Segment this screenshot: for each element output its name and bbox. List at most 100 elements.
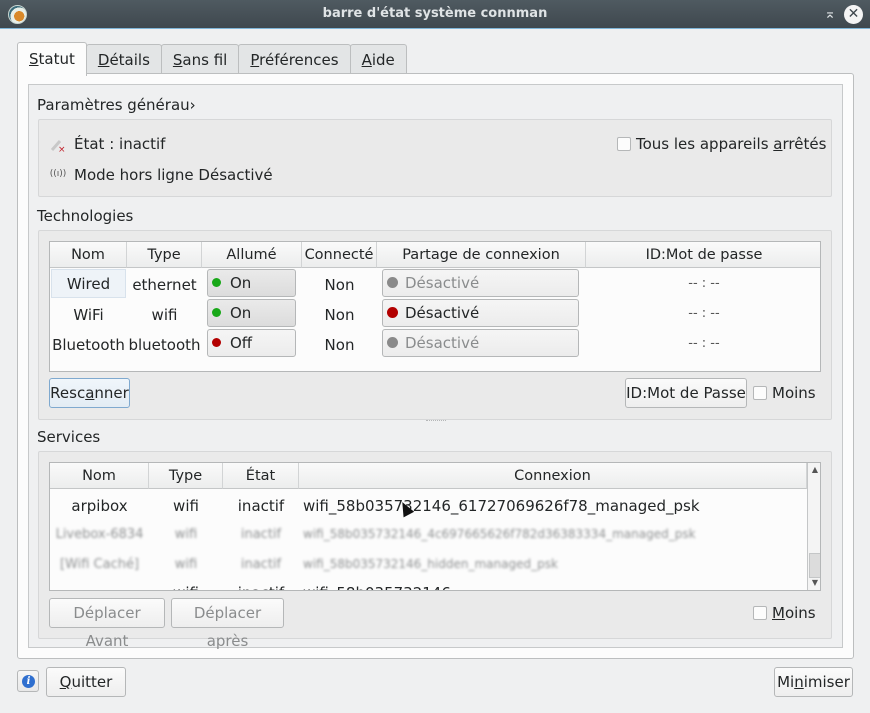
service-name: [Wifi Caché] bbox=[59, 557, 140, 572]
column-header[interactable]: Nom bbox=[50, 242, 127, 268]
column-header[interactable]: Type bbox=[127, 242, 202, 268]
tab-accel: S bbox=[172, 51, 183, 69]
antenna-icon: ((ı)) bbox=[49, 169, 67, 179]
service-state: inactif bbox=[237, 497, 285, 515]
powered-toggle[interactable]: On bbox=[207, 299, 296, 327]
service-name: Livebox-6834 bbox=[55, 527, 144, 542]
tab-accel: A bbox=[361, 51, 372, 69]
column-header[interactable]: État bbox=[223, 463, 299, 489]
column-header[interactable]: Nom bbox=[50, 463, 149, 489]
tab-details[interactable]: Détails bbox=[85, 44, 162, 75]
services-label: Services bbox=[37, 428, 101, 446]
label-part: Resc bbox=[50, 384, 86, 402]
column-header[interactable]: Type bbox=[149, 463, 223, 489]
tethering-label: Désactivé bbox=[405, 304, 480, 322]
tab-accel: D bbox=[97, 51, 110, 69]
status-dot bbox=[387, 307, 398, 318]
tech-type: wifi bbox=[151, 306, 178, 324]
all-devices-off-checkbox[interactable] bbox=[617, 137, 631, 151]
tab-label: étails bbox=[109, 51, 150, 69]
close-icon[interactable]: ✕ bbox=[844, 5, 863, 24]
tethering-label: Désactivé bbox=[405, 274, 480, 292]
tech-name[interactable]: Bluetooth bbox=[50, 336, 127, 354]
keep-above-icon[interactable]: ⌅ bbox=[822, 5, 838, 23]
status-dot bbox=[212, 278, 221, 287]
tab-bar: Statut Détails Sans fil Préférences Aide bbox=[17, 42, 407, 76]
tab-statut[interactable]: Statut bbox=[17, 42, 87, 76]
connected-value: Non bbox=[324, 336, 355, 354]
services-scrollbar[interactable]: ▲ ▼ bbox=[807, 463, 820, 590]
technologies-less-checkbox[interactable] bbox=[753, 386, 767, 400]
tab-preferences[interactable]: Préférences bbox=[238, 44, 351, 75]
scroll-thumb[interactable] bbox=[809, 553, 820, 578]
column-header[interactable]: ID:Mot de passe bbox=[586, 242, 820, 268]
technologies-less-label[interactable]: Moins bbox=[772, 384, 816, 402]
service-name: arpibox bbox=[71, 497, 128, 515]
label-accel: M bbox=[772, 604, 785, 622]
tech-name[interactable]: WiFi bbox=[50, 306, 127, 324]
id-password-value: -- : -- bbox=[688, 306, 720, 321]
tab-aide[interactable]: Aide bbox=[349, 44, 407, 75]
label-part: nner bbox=[94, 384, 129, 402]
powered-toggle[interactable]: On bbox=[207, 269, 296, 297]
tab-label: tatut bbox=[38, 50, 75, 68]
network-disconnected-icon: × bbox=[49, 137, 66, 155]
rescan-button[interactable]: Rescanner bbox=[49, 378, 130, 408]
status-dot bbox=[212, 308, 221, 317]
technologies-table: Nom Type Allumé Connecté Partage de conn… bbox=[49, 241, 821, 372]
state-text: État : inactif bbox=[74, 135, 166, 153]
label-part: Tous les appareils bbox=[636, 135, 774, 153]
status-dot bbox=[387, 277, 398, 288]
powered-label: On bbox=[230, 304, 252, 322]
all-devices-off-label[interactable]: Tous les appareils arrêtés bbox=[636, 135, 826, 153]
move-before-button[interactable]: Déplacer Avant bbox=[49, 598, 165, 650]
id-password-value: -- : -- bbox=[688, 336, 720, 351]
move-after-button[interactable]: Déplacer après bbox=[171, 598, 284, 650]
splitter-handle[interactable] bbox=[426, 420, 446, 423]
status-dot bbox=[212, 338, 221, 347]
tethering-toggle[interactable]: Désactivé bbox=[382, 329, 579, 357]
service-connection: wifi_58b035732146_4c697665626f782d363833… bbox=[303, 527, 696, 541]
id-password-button[interactable]: ID:Mot de Passe bbox=[625, 378, 747, 408]
column-header[interactable]: Connecté bbox=[302, 242, 377, 268]
tab-label: références bbox=[259, 51, 339, 69]
minimize-button[interactable]: Minimiser bbox=[774, 667, 853, 697]
label-part: Mi bbox=[777, 673, 795, 691]
info-icon: i bbox=[22, 675, 35, 688]
technologies-label: Technologies bbox=[37, 207, 134, 225]
general-settings-group bbox=[38, 119, 832, 197]
powered-toggle[interactable]: Off bbox=[207, 329, 296, 357]
service-type: wifi bbox=[149, 584, 223, 590]
service-connection: wifi_58b035732146_... bbox=[303, 584, 473, 590]
label-accel: n bbox=[794, 673, 804, 691]
column-header[interactable]: Partage de connexion bbox=[377, 242, 586, 268]
label-part: rrêtés bbox=[782, 135, 827, 153]
offline-mode-text: Mode hors ligne Désactivé bbox=[74, 166, 273, 184]
label-part: imiser bbox=[803, 673, 850, 691]
tech-type: bluetooth bbox=[128, 336, 201, 354]
info-button[interactable]: i bbox=[17, 670, 39, 692]
title-bar: barre d'état système connman ⌅ ✕ bbox=[0, 0, 870, 29]
scroll-up-icon[interactable]: ▲ bbox=[808, 463, 820, 477]
service-name: ... bbox=[50, 584, 149, 590]
column-header[interactable]: Connexion bbox=[299, 463, 807, 489]
tech-name[interactable]: Wired bbox=[51, 269, 126, 298]
tab-sans-fil[interactable]: Sans fil bbox=[160, 44, 240, 75]
tethering-toggle[interactable]: Désactivé bbox=[382, 299, 579, 327]
powered-label: Off bbox=[230, 334, 253, 352]
services-less-checkbox[interactable] bbox=[753, 606, 767, 620]
label-part: uitter bbox=[71, 673, 113, 691]
column-header[interactable]: Allumé bbox=[202, 242, 302, 268]
service-state: inactif bbox=[240, 557, 282, 572]
tab-label: ans fil bbox=[182, 51, 228, 69]
service-type: wifi bbox=[174, 527, 198, 542]
services-less-label[interactable]: Moins bbox=[772, 604, 816, 622]
scroll-down-icon[interactable]: ▼ bbox=[808, 576, 820, 590]
status-dot bbox=[387, 337, 398, 348]
connected-value: Non bbox=[324, 306, 355, 324]
tethering-toggle[interactable]: Désactivé bbox=[382, 269, 579, 297]
tab-label: ide bbox=[371, 51, 395, 69]
service-connection: wifi_58b035732146_hidden_managed_psk bbox=[303, 557, 558, 571]
label-accel: Q bbox=[59, 673, 72, 691]
quit-button[interactable]: Quitter bbox=[46, 667, 126, 697]
